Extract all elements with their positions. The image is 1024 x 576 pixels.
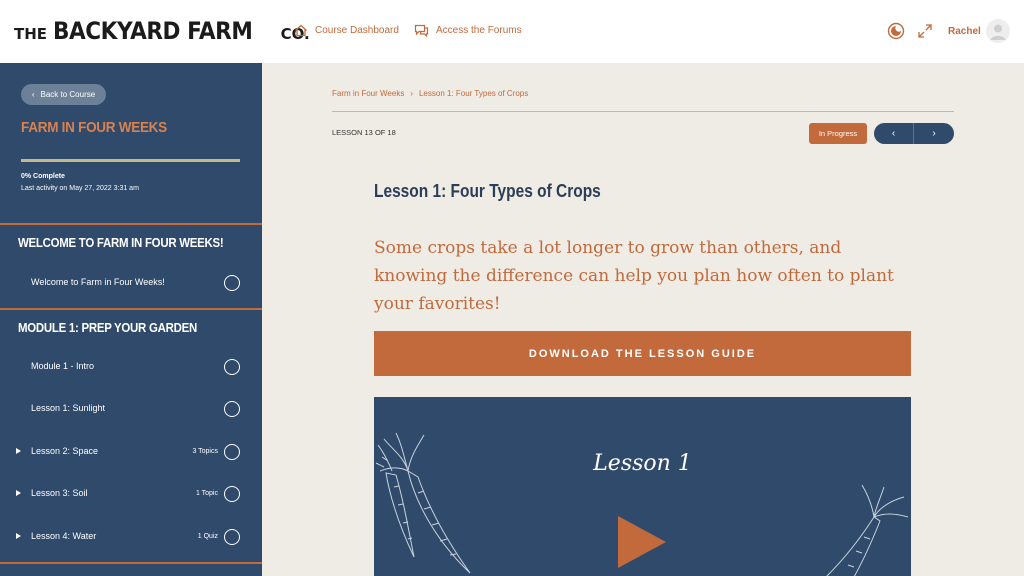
last-activity: Last activity on May 27, 2022 3:31 am: [21, 185, 139, 192]
brand-logo[interactable]: THE BACKYARD FARM CO.: [14, 17, 310, 45]
page-title: Lesson 1: Four Types of Crops: [374, 181, 601, 201]
breadcrumb-separator-icon: ›: [410, 89, 413, 98]
lesson-content: Farm in Four Weeks › Lesson 1: Four Type…: [262, 63, 1024, 576]
previous-lesson-button[interactable]: ‹: [874, 123, 914, 144]
breadcrumb: Farm in Four Weeks › Lesson 1: Four Type…: [332, 89, 528, 98]
list-item-label: Lesson 2: Space: [31, 446, 99, 456]
section-divider: [0, 562, 262, 564]
section-divider: [0, 223, 262, 225]
chat-icon: [414, 24, 429, 37]
breadcrumb-lesson[interactable]: Lesson 1: Four Types of Crops: [419, 89, 528, 98]
item-count-badge: 1 Topic: [195, 490, 218, 497]
incomplete-circle-icon: [224, 444, 240, 460]
list-item[interactable]: Lesson 4: Water 1 Quiz: [0, 522, 262, 552]
incomplete-circle-icon: [224, 486, 240, 502]
section-divider: [0, 308, 262, 310]
lesson-counter: LESSON 13 OF 18: [332, 128, 396, 137]
next-lesson-button[interactable]: ›: [914, 123, 954, 144]
nav-forums-label: Access the Forums: [436, 25, 522, 36]
list-item-label: Lesson 4: Water: [31, 531, 97, 541]
nav-course-dashboard[interactable]: Course Dashboard: [294, 24, 399, 37]
video-player[interactable]: Lesson 1: [374, 397, 911, 576]
play-icon[interactable]: [618, 516, 666, 568]
avatar-icon[interactable]: [986, 19, 1010, 43]
course-progress-bar: [21, 159, 240, 162]
status-badge: In Progress: [809, 123, 867, 144]
incomplete-circle-icon: [224, 401, 240, 417]
nav-course-dashboard-label: Course Dashboard: [315, 25, 399, 36]
carrot-illustration-right: [826, 484, 909, 576]
nav-forums[interactable]: Access the Forums: [414, 24, 522, 37]
list-item-label: Lesson 1: Sunlight: [31, 403, 106, 413]
brand-prefix: THE: [14, 25, 48, 43]
incomplete-circle-icon: [224, 529, 240, 545]
list-item[interactable]: Lesson 2: Space 3 Topics: [0, 437, 262, 467]
lesson-pager: ‹ ›: [874, 123, 954, 144]
list-item[interactable]: Module 1 - Intro: [0, 352, 262, 382]
chevron-left-icon: ‹: [31, 90, 35, 99]
back-to-course-button[interactable]: ‹ Back to Course: [21, 84, 106, 105]
course-sidebar: ‹ Back to Course FARM IN FOUR WEEKS 0% C…: [0, 63, 262, 576]
percent-complete: 0% Complete: [21, 173, 65, 180]
course-title: FARM IN FOUR WEEKS: [21, 119, 167, 136]
incomplete-circle-icon: [224, 359, 240, 375]
incomplete-circle-icon: [224, 275, 240, 291]
item-count-badge: 1 Quiz: [197, 533, 218, 540]
top-header: THE BACKYARD FARM CO. Course Dashboard A…: [0, 0, 1024, 63]
list-item-label: Module 1 - Intro: [31, 361, 95, 371]
carrot-illustration-left: [375, 432, 471, 574]
home-icon: [295, 24, 307, 37]
dark-mode-icon[interactable]: [887, 22, 905, 40]
divider: [332, 111, 954, 112]
expand-arrow-icon[interactable]: [16, 490, 21, 496]
list-item-label: Welcome to Farm in Four Weeks!: [31, 277, 165, 287]
item-count-badge: 3 Topics: [192, 448, 218, 455]
download-lesson-guide-button[interactable]: DOWNLOAD THE LESSON GUIDE: [374, 331, 911, 376]
section-title-welcome[interactable]: WELCOME TO FARM IN FOUR WEEKS!: [18, 235, 224, 250]
list-item-label: Lesson 3: Soil: [31, 488, 88, 498]
breadcrumb-course[interactable]: Farm in Four Weeks: [332, 89, 404, 98]
section-title-module-1[interactable]: MODULE 1: PREP YOUR GARDEN: [18, 320, 197, 335]
username[interactable]: Rachel: [948, 26, 981, 37]
list-item[interactable]: Lesson 3: Soil 1 Topic: [0, 479, 262, 509]
video-title: Lesson 1: [593, 451, 692, 476]
brand-name: BACKYARD FARM: [53, 17, 253, 45]
expand-icon[interactable]: [917, 23, 933, 39]
lesson-intro: Some crops take a lot longer to grow tha…: [374, 238, 894, 314]
back-to-course-label: Back to Course: [40, 90, 96, 99]
expand-arrow-icon[interactable]: [16, 448, 21, 454]
expand-arrow-icon[interactable]: [16, 533, 21, 539]
list-item[interactable]: Welcome to Farm in Four Weeks!: [0, 268, 262, 298]
list-item[interactable]: Lesson 1: Sunlight: [0, 394, 262, 424]
